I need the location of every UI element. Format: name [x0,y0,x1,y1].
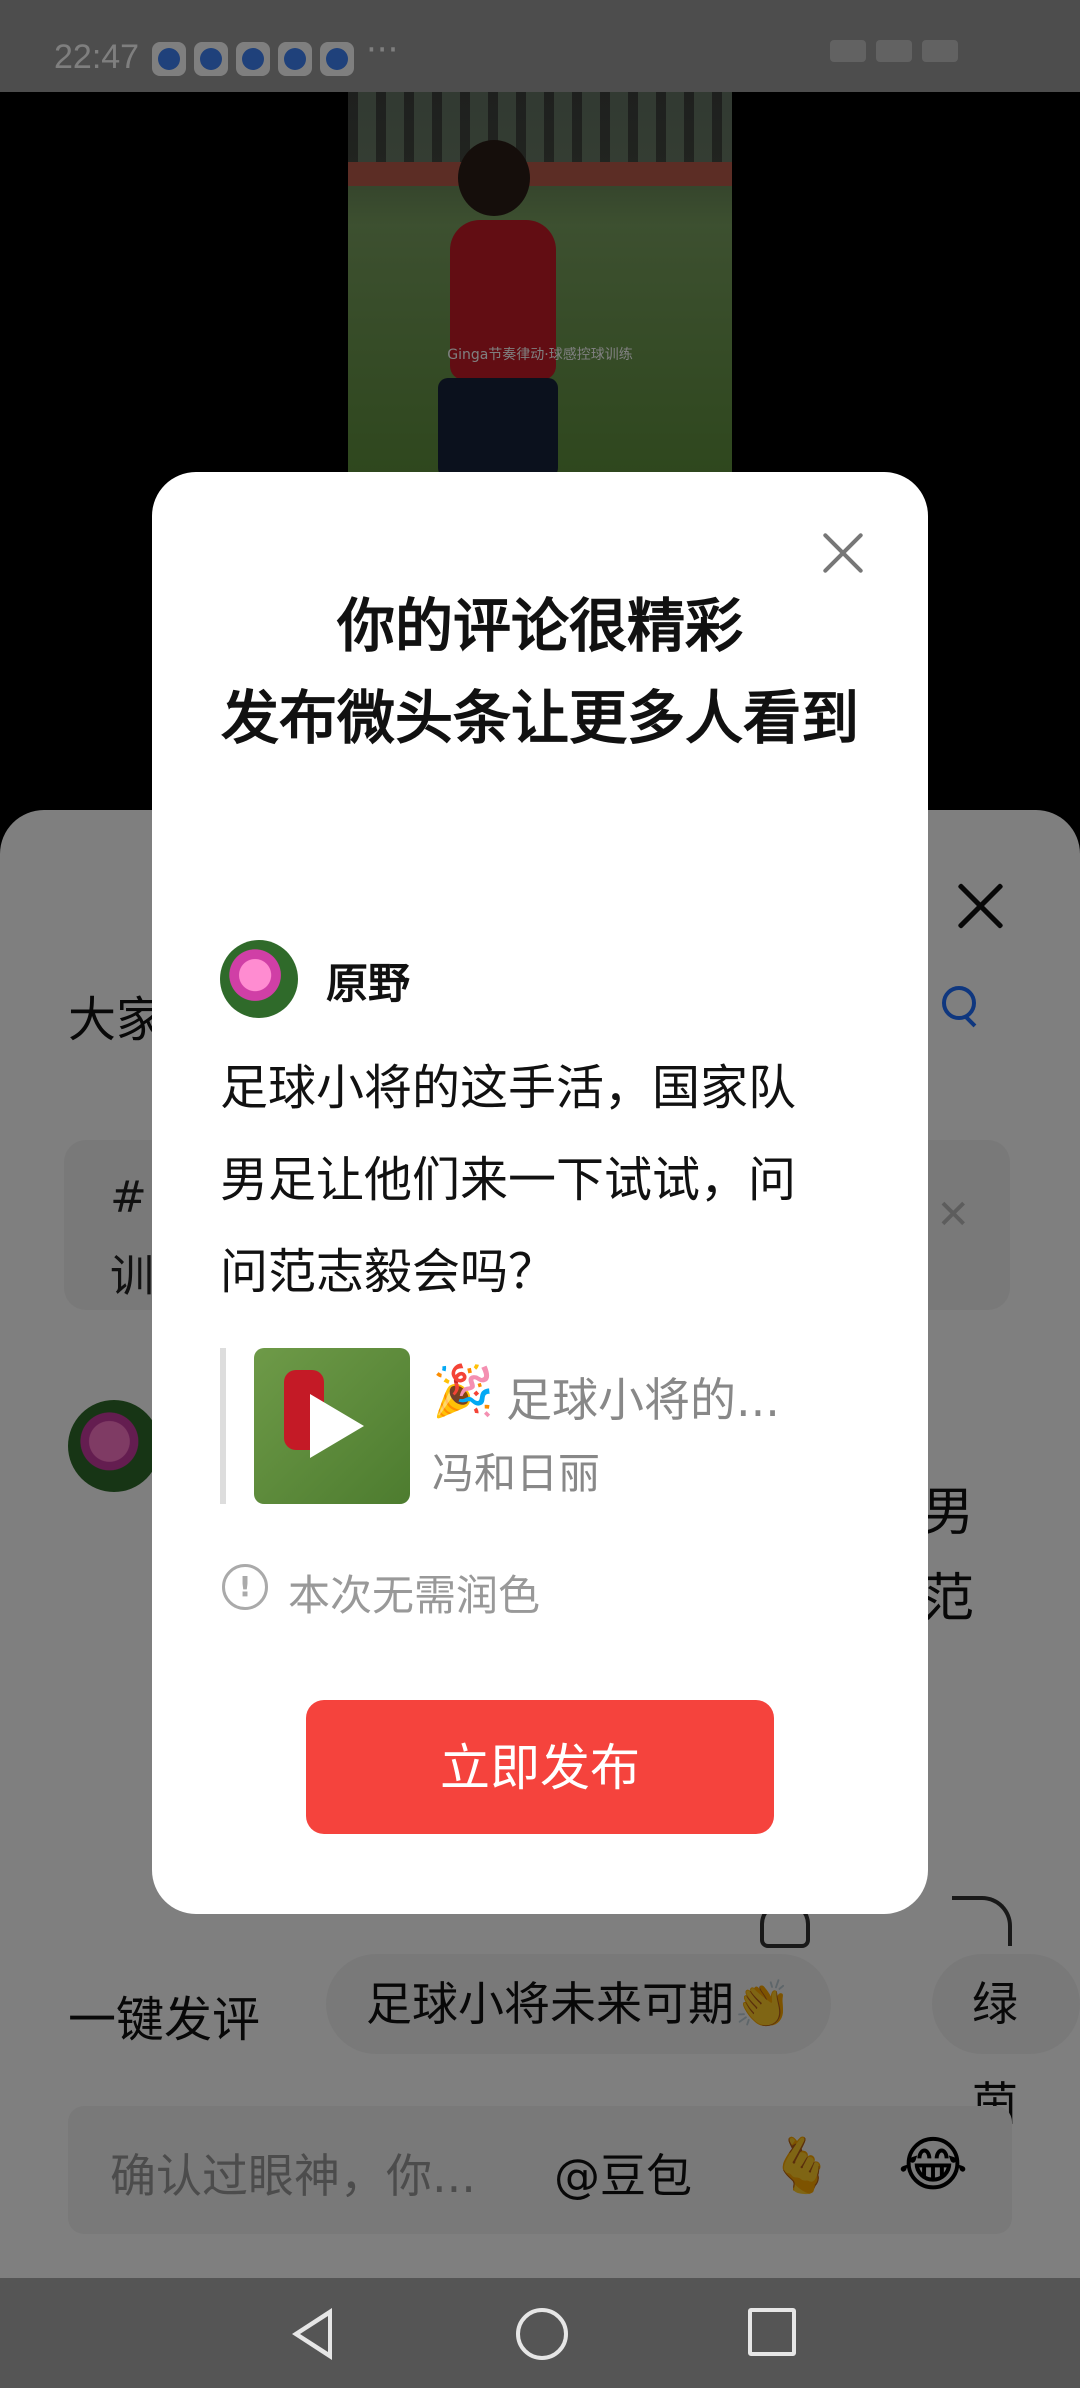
polish-hint: 本次无需润色 [288,1571,541,1620]
comment-preview: 足球小将的这手活，国家队男足让他们来一下试试，问问范志毅会吗？ [220,1060,797,1300]
system-nav-bar [0,2278,1080,2388]
party-popper-icon: 🎉 [432,1362,495,1420]
referenced-article[interactable]: 🎉 足球小将的... 冯和日丽 [220,1348,860,1508]
back-icon[interactable] [292,2308,332,2360]
publish-dialog: 你的评论很精彩 发布微头条让更多人看到 原野 足球小将的这手活，国家队男足让他们… [152,472,928,1914]
home-icon[interactable] [516,2308,568,2360]
article-title: 足球小将的... [506,1373,780,1427]
recents-icon[interactable] [748,2308,796,2356]
article-author: 冯和日丽 [432,1449,601,1498]
user-avatar [220,940,298,1018]
close-icon[interactable] [820,530,866,576]
play-icon [310,1394,364,1458]
dialog-heading: 你的评论很精彩 发布微头条让更多人看到 [220,592,859,752]
article-thumbnail [254,1348,410,1504]
username: 原野 [326,959,411,1008]
quote-bar [220,1348,226,1504]
publish-button[interactable]: 立即发布 [306,1700,774,1834]
info-icon: ! [222,1564,268,1610]
